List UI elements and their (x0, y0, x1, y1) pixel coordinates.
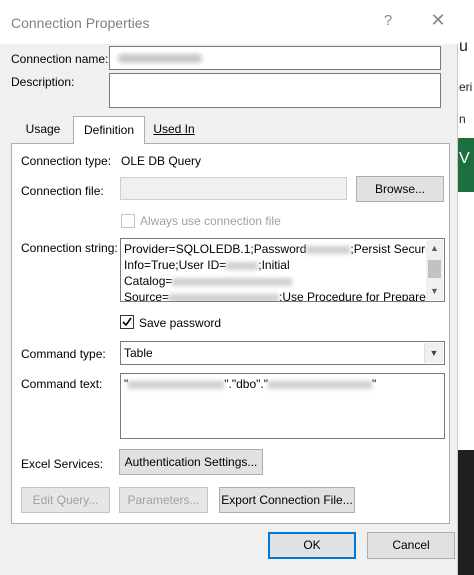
background-app: u eri n V (456, 0, 474, 575)
tab-usage[interactable]: Usage (14, 118, 72, 142)
scroll-up-icon[interactable]: ▲ (426, 240, 443, 257)
connection-string-label: Connection string: (21, 241, 118, 255)
background-green-button: V (456, 138, 474, 192)
redacted-text (128, 380, 225, 389)
scroll-down-icon[interactable]: ▼ (426, 283, 443, 300)
excel-services-label: Excel Services: (21, 457, 104, 471)
redacted-text (226, 261, 259, 270)
dialog-title: Connection Properties (11, 15, 150, 31)
background-text: eri (459, 80, 473, 94)
connection-properties-dialog: Connection Properties ? ✕ Connection nam… (0, 0, 458, 575)
scroll-thumb[interactable] (428, 260, 441, 278)
help-icon: ? (383, 12, 393, 29)
background-text: u (459, 38, 468, 55)
authentication-settings-button[interactable]: Authentication Settings... (119, 449, 263, 475)
edit-query-button[interactable]: Edit Query... (21, 487, 110, 513)
background-text: n (459, 112, 466, 126)
redacted-text (172, 277, 293, 286)
help-button[interactable]: ? (376, 12, 400, 36)
redacted-text (118, 54, 202, 63)
checkmark-icon (122, 317, 132, 327)
always-use-file-checkbox[interactable] (121, 214, 135, 228)
background-dark-area (456, 450, 474, 575)
command-type-select[interactable]: Table ▼ (120, 341, 445, 365)
description-label: Description: (11, 75, 75, 89)
description-input[interactable] (109, 73, 441, 108)
connection-name-label: Connection name: (11, 52, 109, 66)
cancel-button[interactable]: Cancel (367, 532, 455, 559)
save-password-label: Save password (139, 316, 222, 330)
parameters-button[interactable]: Parameters... (119, 487, 208, 513)
save-password-checkbox[interactable] (120, 315, 134, 329)
ok-button[interactable]: OK (268, 532, 356, 559)
command-text-textarea[interactable]: " "."dbo"." " (120, 373, 445, 439)
connection-string-text: Provider=SQLOLEDB.1;Password ;Persist Sec… (124, 242, 438, 302)
redacted-text (169, 293, 280, 301)
browse-button[interactable]: Browse... (356, 176, 444, 202)
close-icon: ✕ (430, 10, 446, 30)
connection-type-value: OLE DB Query (121, 154, 202, 168)
connection-file-label: Connection file: (21, 184, 104, 198)
command-text-label: Command text: (21, 377, 103, 391)
export-connection-file-button[interactable]: Export Connection File... (219, 487, 355, 513)
connection-string-scrollbar[interactable]: ▲ ▼ (426, 240, 443, 300)
redacted-text (268, 380, 372, 389)
connection-type-label: Connection type: (21, 154, 112, 168)
always-use-file-label: Always use connection file (140, 214, 281, 228)
tab-definition[interactable]: Definition (73, 116, 145, 144)
connection-name-input[interactable] (109, 46, 441, 70)
chevron-down-icon[interactable]: ▼ (424, 343, 443, 363)
connection-string-textarea[interactable]: Provider=SQLOLEDB.1;Password ;Persist Sec… (120, 238, 445, 302)
close-button[interactable]: ✕ (426, 10, 450, 34)
command-text-value: " "."dbo"." " (124, 377, 377, 391)
tab-used-in[interactable]: Used In (146, 118, 202, 142)
connection-file-input[interactable] (120, 177, 347, 200)
redacted-text (306, 245, 351, 254)
command-type-value: Table (124, 346, 153, 360)
command-type-label: Command type: (21, 347, 106, 361)
